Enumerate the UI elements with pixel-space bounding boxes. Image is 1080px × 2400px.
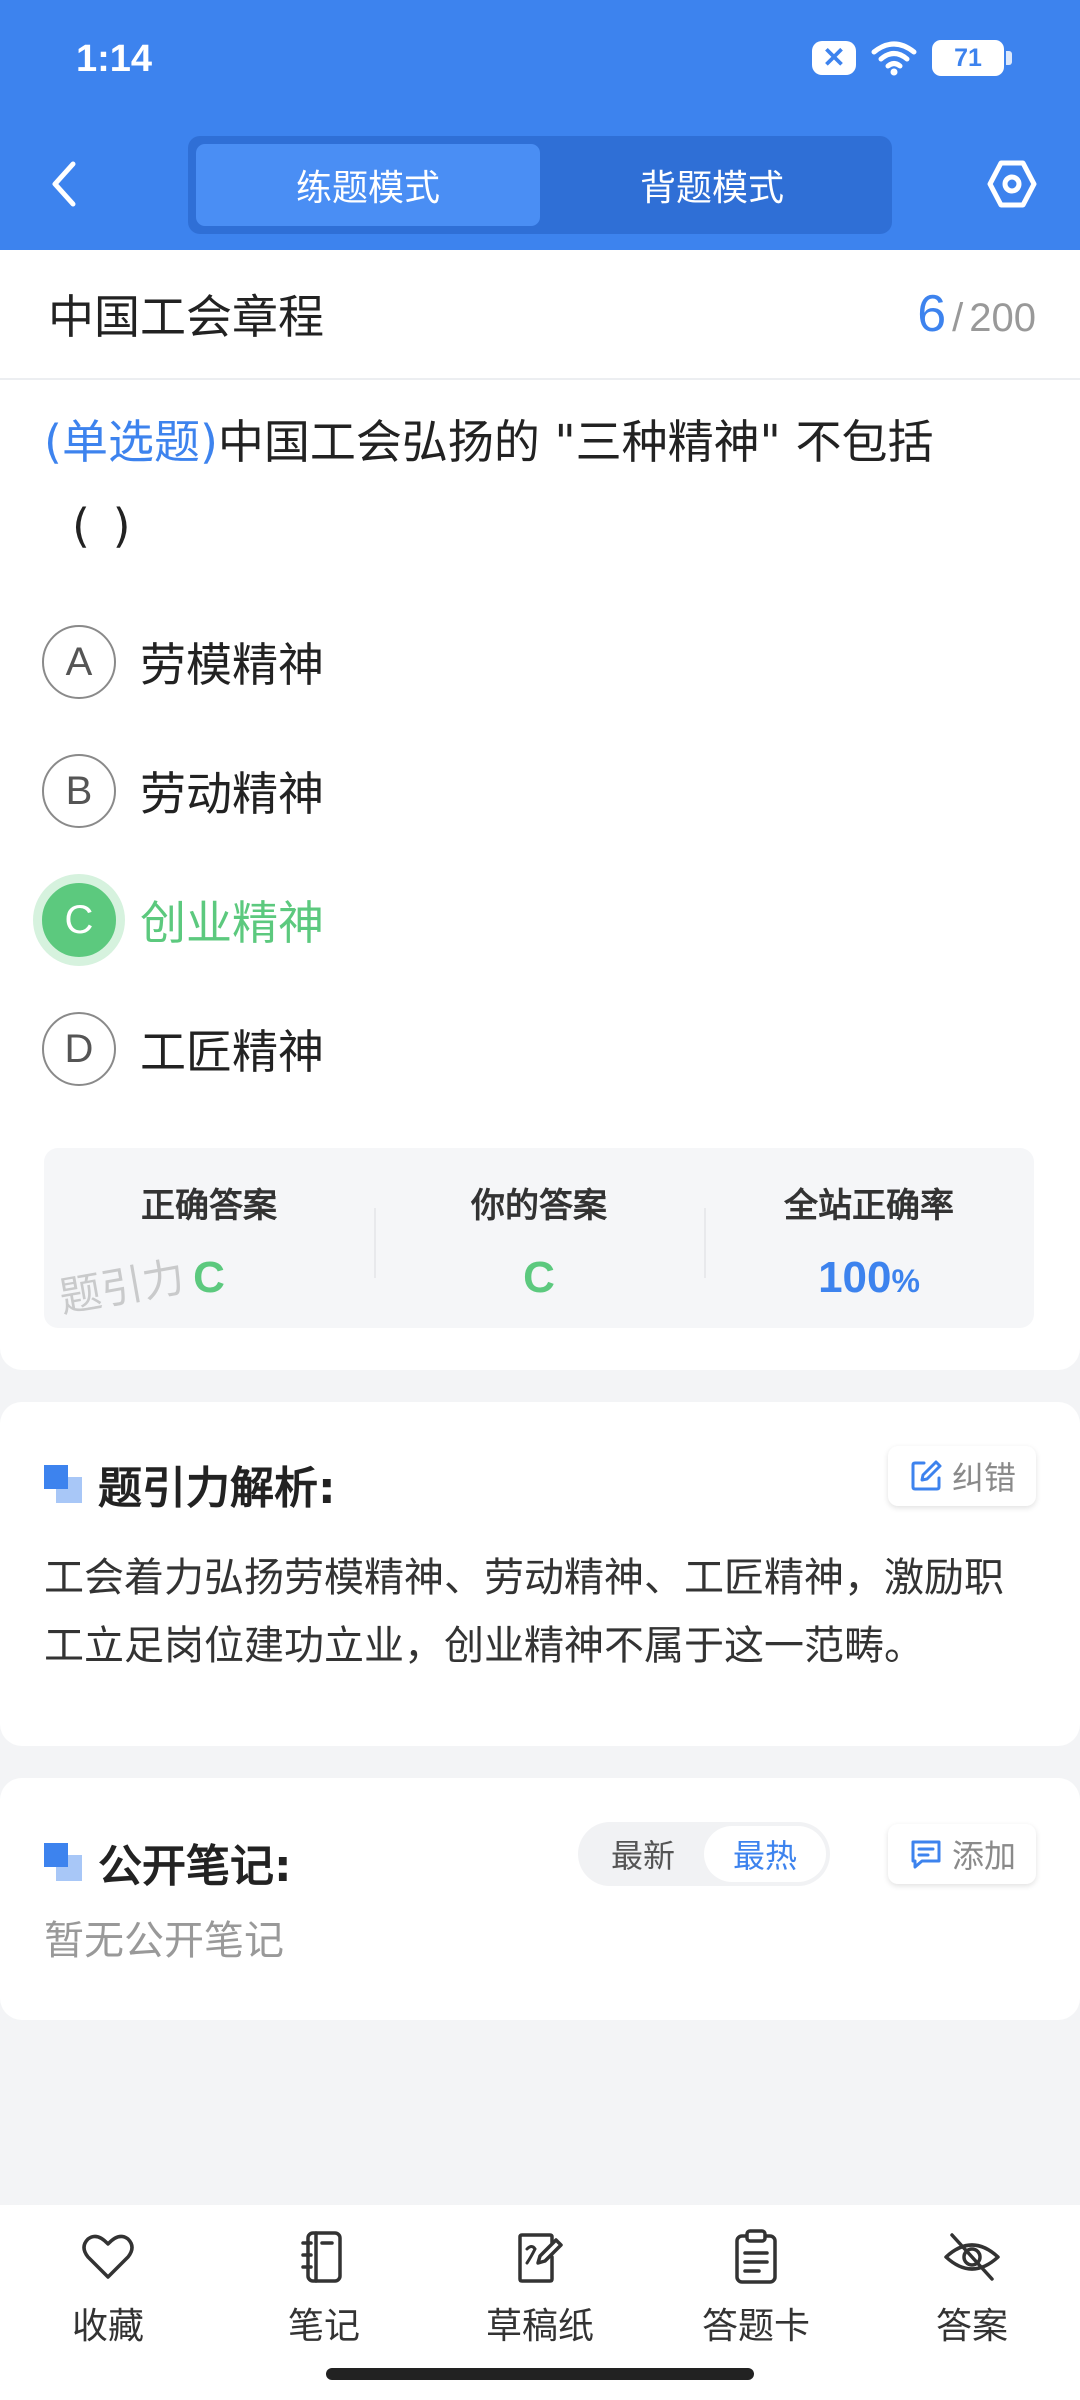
section-square-icon bbox=[44, 1843, 82, 1881]
correct-answer-value: C bbox=[193, 1253, 225, 1302]
comment-icon bbox=[911, 1840, 941, 1869]
mode-switch: 练题模式 背题模式 bbox=[188, 136, 892, 234]
option-letter: D bbox=[42, 1012, 116, 1086]
tab-practice-mode[interactable]: 练题模式 bbox=[196, 144, 540, 226]
option-text: 工匠精神 bbox=[140, 1025, 324, 1079]
question-counter[interactable]: 6/200 bbox=[917, 284, 1036, 344]
analysis-card: 题引力解析: 纠错 工会着力弘扬劳模精神、劳动精神、工匠精神，激励职工立足岗位建… bbox=[0, 1402, 1080, 1746]
chevron-left-icon bbox=[52, 161, 76, 207]
current-question-number: 6 bbox=[917, 285, 947, 343]
nav-label: 答题卡 bbox=[701, 2306, 810, 2347]
answer-result: 正确答案 C 你的答案 C 全站正确率 100% bbox=[44, 1148, 1034, 1328]
correct-answer-label: 正确答案 bbox=[141, 1186, 277, 1226]
site-accuracy-number: 100 bbox=[818, 1253, 892, 1302]
question-text: 中国工会弘扬的 "三种精神" 不包括 bbox=[217, 415, 934, 469]
option-letter: A bbox=[42, 625, 116, 699]
site-accuracy-value: 100% bbox=[818, 1253, 920, 1303]
battery-indicator: 71 bbox=[932, 40, 1012, 76]
notes-sort-switch: 最新 最热 bbox=[578, 1822, 830, 1886]
notes-title: 公开笔记: bbox=[98, 1841, 292, 1892]
option-text: 创业精神 bbox=[140, 896, 324, 950]
report-error-label: 纠错 bbox=[951, 1459, 1016, 1497]
status-time: 1:14 bbox=[76, 38, 153, 80]
settings-button[interactable] bbox=[980, 150, 1044, 218]
heart-icon bbox=[82, 2234, 134, 2279]
back-button[interactable] bbox=[36, 150, 92, 218]
option-d[interactable]: D 工匠精神 bbox=[42, 1011, 324, 1087]
option-c[interactable]: C 创业精神 bbox=[42, 882, 324, 958]
your-answer: 你的答案 C bbox=[374, 1148, 704, 1328]
section-square-icon bbox=[44, 1465, 82, 1503]
nav-answer[interactable]: 答案 bbox=[864, 2205, 1080, 2400]
option-text: 劳动精神 bbox=[140, 767, 324, 821]
question-blank: ( ) bbox=[72, 499, 135, 553]
your-answer-value: C bbox=[523, 1253, 555, 1302]
sort-latest[interactable]: 最新 bbox=[582, 1826, 704, 1882]
option-a[interactable]: A 劳模精神 bbox=[42, 624, 324, 700]
your-answer-label: 你的答案 bbox=[471, 1186, 607, 1226]
site-accuracy-label: 全站正确率 bbox=[784, 1186, 954, 1226]
public-notes-card: 公开笔记: 最新 最热 添加 暂无公开笔记 bbox=[0, 1778, 1080, 2020]
counter-separator: / bbox=[952, 296, 964, 340]
report-error-button[interactable]: 纠错 bbox=[887, 1446, 1036, 1506]
status-icons: ✕ 71 bbox=[812, 40, 1012, 76]
nav-label: 答案 bbox=[935, 2306, 1008, 2347]
question-card: 中国工会章程 6/200 (单选题)中国工会弘扬的 "三种精神" 不包括 ( )… bbox=[0, 250, 1080, 1370]
notes-empty-text: 暂无公开笔记 bbox=[44, 1918, 284, 1964]
add-note-label: 添加 bbox=[951, 1837, 1016, 1875]
analysis-title: 题引力解析: bbox=[98, 1463, 336, 1514]
nav-label: 笔记 bbox=[287, 2306, 360, 2347]
option-text: 劳模精神 bbox=[140, 638, 324, 692]
site-accuracy: 全站正确率 100% bbox=[704, 1148, 1034, 1328]
nav-label: 收藏 bbox=[71, 2306, 144, 2347]
edit-icon bbox=[911, 1460, 942, 1491]
add-note-button[interactable]: 添加 bbox=[887, 1824, 1036, 1884]
site-accuracy-unit: % bbox=[891, 1263, 920, 1299]
clipboard-icon bbox=[735, 2229, 777, 2284]
notebook-icon bbox=[301, 2231, 342, 2283]
wifi-icon bbox=[871, 41, 917, 76]
eye-off-icon bbox=[944, 2233, 1000, 2281]
app-header: 1:14 ✕ 71 练题模式 背题模式 bbox=[0, 0, 1080, 250]
chapter-title: 中国工会章程 bbox=[48, 290, 324, 344]
question-stem: (单选题)中国工会弘扬的 "三种精神" 不包括 ( ) bbox=[44, 400, 1036, 568]
total-questions: 200 bbox=[969, 296, 1036, 340]
chapter-header: 中国工会章程 6/200 bbox=[0, 250, 1080, 380]
tab-memorize-mode[interactable]: 背题模式 bbox=[540, 144, 884, 226]
no-sim-icon: ✕ bbox=[812, 41, 856, 75]
nav-favorite[interactable]: 收藏 bbox=[0, 2205, 216, 2400]
nav-label: 草稿纸 bbox=[485, 2306, 594, 2347]
question-type: (单选题) bbox=[44, 415, 218, 469]
option-b[interactable]: B 劳动精神 bbox=[42, 753, 324, 829]
option-letter: B bbox=[42, 754, 116, 828]
sort-hot[interactable]: 最热 bbox=[704, 1826, 826, 1882]
notes-header: 公开笔记: bbox=[44, 1830, 292, 1894]
draft-icon bbox=[518, 2233, 563, 2283]
option-letter: C bbox=[42, 883, 116, 957]
home-indicator[interactable] bbox=[326, 2368, 754, 2380]
analysis-header: 题引力解析: bbox=[44, 1452, 336, 1516]
settings-icon bbox=[987, 160, 1037, 208]
analysis-text: 工会着力弘扬劳模精神、劳动精神、工匠精神，激励职工立足岗位建功立业，创业精神不属… bbox=[44, 1555, 1004, 1669]
